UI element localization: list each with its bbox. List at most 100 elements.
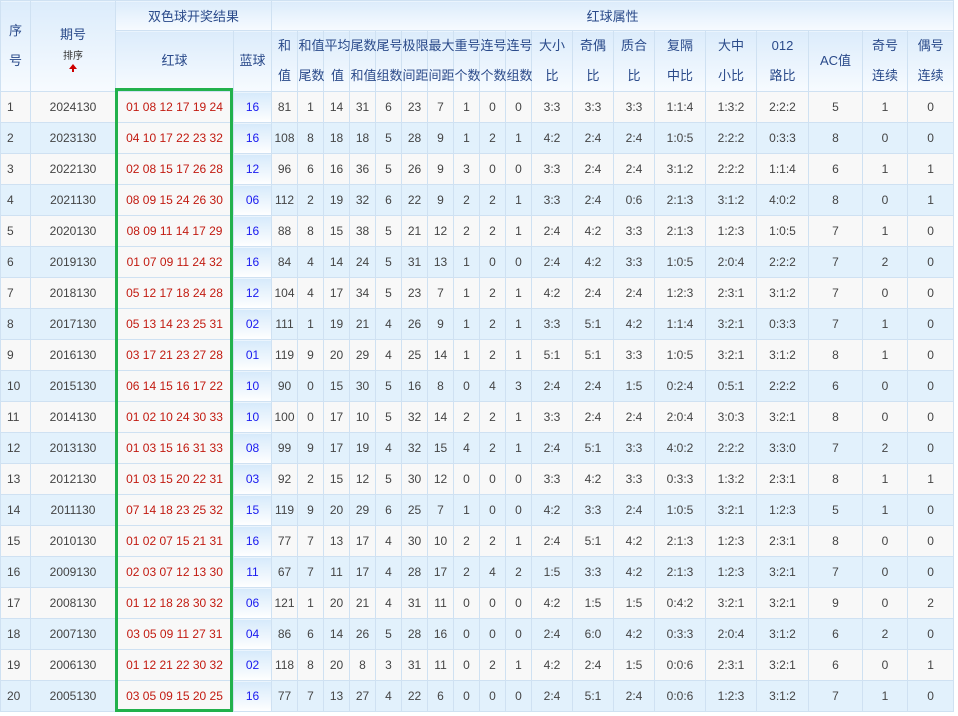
blue-ball-cell: 10 xyxy=(232,370,273,402)
attr-cell: 77 xyxy=(271,525,299,557)
attr-cell: 2 xyxy=(453,184,481,216)
attr-cell: 19 xyxy=(323,308,351,340)
seq-cell: 13 xyxy=(0,463,31,495)
attr-cell: 0:3:3 xyxy=(654,618,707,650)
header-attr-16: AC值 xyxy=(808,30,864,92)
attr-cell: 26 xyxy=(349,618,377,650)
red-balls-cell: 03 05 09 15 20 25 xyxy=(115,680,234,712)
seq-cell: 11 xyxy=(0,401,31,433)
attr-cell: 2:2:2 xyxy=(705,122,758,154)
attr-cell: 0 xyxy=(479,153,507,185)
attr-cell: 9 xyxy=(427,308,455,340)
seq-cell: 4 xyxy=(0,184,31,216)
attr-cell: 17 xyxy=(349,556,377,588)
attr-cell: 22 xyxy=(401,680,429,712)
attr-cell: 3:1:2 xyxy=(756,339,810,371)
attr-cell: 3:2:1 xyxy=(756,587,810,619)
red-balls-cell: 01 02 07 15 21 31 xyxy=(115,525,234,557)
red-balls-cell: 02 03 07 12 13 30 xyxy=(115,556,234,588)
attr-cell: 2:3:1 xyxy=(756,463,810,495)
attr-cell: 1 xyxy=(862,153,909,185)
attr-cell: 2 xyxy=(479,649,507,681)
header-attr-label: 大中小比 xyxy=(718,38,745,83)
attr-cell: 4:2 xyxy=(613,525,656,557)
attr-cell: 2 xyxy=(453,215,481,247)
attr-cell: 2:0:4 xyxy=(705,246,758,278)
attr-cell: 3:0:3 xyxy=(705,401,758,433)
header-attr-label: 连号个数 xyxy=(480,38,507,83)
attr-cell: 21 xyxy=(349,587,377,619)
attr-cell: 4:2 xyxy=(531,277,574,309)
attr-cell: 4 xyxy=(375,556,403,588)
attr-cell: 14 xyxy=(323,246,351,278)
seq-cell: 8 xyxy=(0,308,31,340)
attr-cell: 7 xyxy=(808,246,864,278)
attr-cell: 2:3:1 xyxy=(756,525,810,557)
blue-ball-cell: 02 xyxy=(232,649,273,681)
attr-cell: 4:0:2 xyxy=(756,184,810,216)
header-issue[interactable]: 期号 排序 xyxy=(30,0,116,92)
attr-cell: 67 xyxy=(271,556,299,588)
red-balls-cell: 08 09 15 24 26 30 xyxy=(115,184,234,216)
header-attr-7: 重号个数 xyxy=(453,30,481,92)
attr-cell: 2:4 xyxy=(531,525,574,557)
attr-cell: 4:2 xyxy=(572,246,615,278)
attr-cell: 7 xyxy=(297,556,325,588)
attr-cell: 27 xyxy=(349,680,377,712)
table-body: 1 2024130 01 08 12 17 19 24 16 81 1 14 31 6 23 7 1 0… xyxy=(0,91,955,712)
attr-cell: 3:3 xyxy=(531,463,574,495)
attr-cell: 0 xyxy=(453,463,481,495)
table-row: 13 2012130 01 03 15 20 22 31 03 92 2 15 12 5 30 12… xyxy=(0,463,955,495)
attr-cell: 9 xyxy=(297,339,325,371)
attr-cell: 1 xyxy=(453,122,481,154)
attr-cell: 5 xyxy=(375,370,403,402)
header-attr-label: 最大间距 xyxy=(428,38,455,83)
attr-cell: 28 xyxy=(401,618,429,650)
attr-cell: 9 xyxy=(297,494,325,526)
attr-cell: 0 xyxy=(907,401,955,433)
red-balls-cell: 08 09 11 14 17 29 xyxy=(115,215,234,247)
attr-cell: 0 xyxy=(505,91,533,123)
attr-cell: 16 xyxy=(427,618,455,650)
attr-cell: 1:0:5 xyxy=(654,246,707,278)
attr-cell: 20 xyxy=(323,339,351,371)
header-attr-0: 和值 xyxy=(271,30,299,92)
table-row: 16 2009130 02 03 07 12 13 30 11 67 7 11 17 4 28 17… xyxy=(0,556,955,588)
attr-cell: 2:4 xyxy=(572,153,615,185)
attr-cell: 0 xyxy=(862,184,909,216)
attr-cell: 0 xyxy=(505,463,533,495)
attr-cell: 22 xyxy=(401,184,429,216)
attr-cell: 3 xyxy=(375,649,403,681)
attr-cell: 1:2:3 xyxy=(756,494,810,526)
header-attr-6: 最大间距 xyxy=(427,30,455,92)
attr-cell: 7 xyxy=(808,680,864,712)
attr-cell: 2:4 xyxy=(531,618,574,650)
attr-cell: 3:1:2 xyxy=(756,277,810,309)
attr-cell: 21 xyxy=(349,308,377,340)
attr-cell: 38 xyxy=(349,215,377,247)
attr-cell: 10 xyxy=(349,401,377,433)
header-attr-9: 连号组数 xyxy=(505,30,533,92)
attr-cell: 3:2:1 xyxy=(705,494,758,526)
red-balls-cell: 02 08 15 17 26 28 xyxy=(115,153,234,185)
attr-cell: 24 xyxy=(349,246,377,278)
issue-cell: 2022130 xyxy=(30,153,116,185)
attr-cell: 0 xyxy=(862,370,909,402)
attr-cell: 6 xyxy=(375,184,403,216)
attr-cell: 10 xyxy=(427,525,455,557)
attr-cell: 25 xyxy=(401,339,429,371)
attr-cell: 0 xyxy=(479,463,507,495)
attr-cell: 23 xyxy=(401,91,429,123)
issue-cell: 2024130 xyxy=(30,91,116,123)
attr-cell: 0 xyxy=(907,556,955,588)
sort-button[interactable]: 排序 xyxy=(31,51,115,63)
attr-cell: 5 xyxy=(375,153,403,185)
header-attr-18: 偶号连续 xyxy=(907,30,955,92)
attr-cell: 7 xyxy=(808,277,864,309)
sort-up-arrow-icon[interactable] xyxy=(69,63,77,72)
attr-cell: 6 xyxy=(808,370,864,402)
attr-cell: 7 xyxy=(297,525,325,557)
attr-cell: 3:2:1 xyxy=(705,339,758,371)
header-attr-label: 复隔中比 xyxy=(667,38,694,83)
attr-cell: 2 xyxy=(505,556,533,588)
